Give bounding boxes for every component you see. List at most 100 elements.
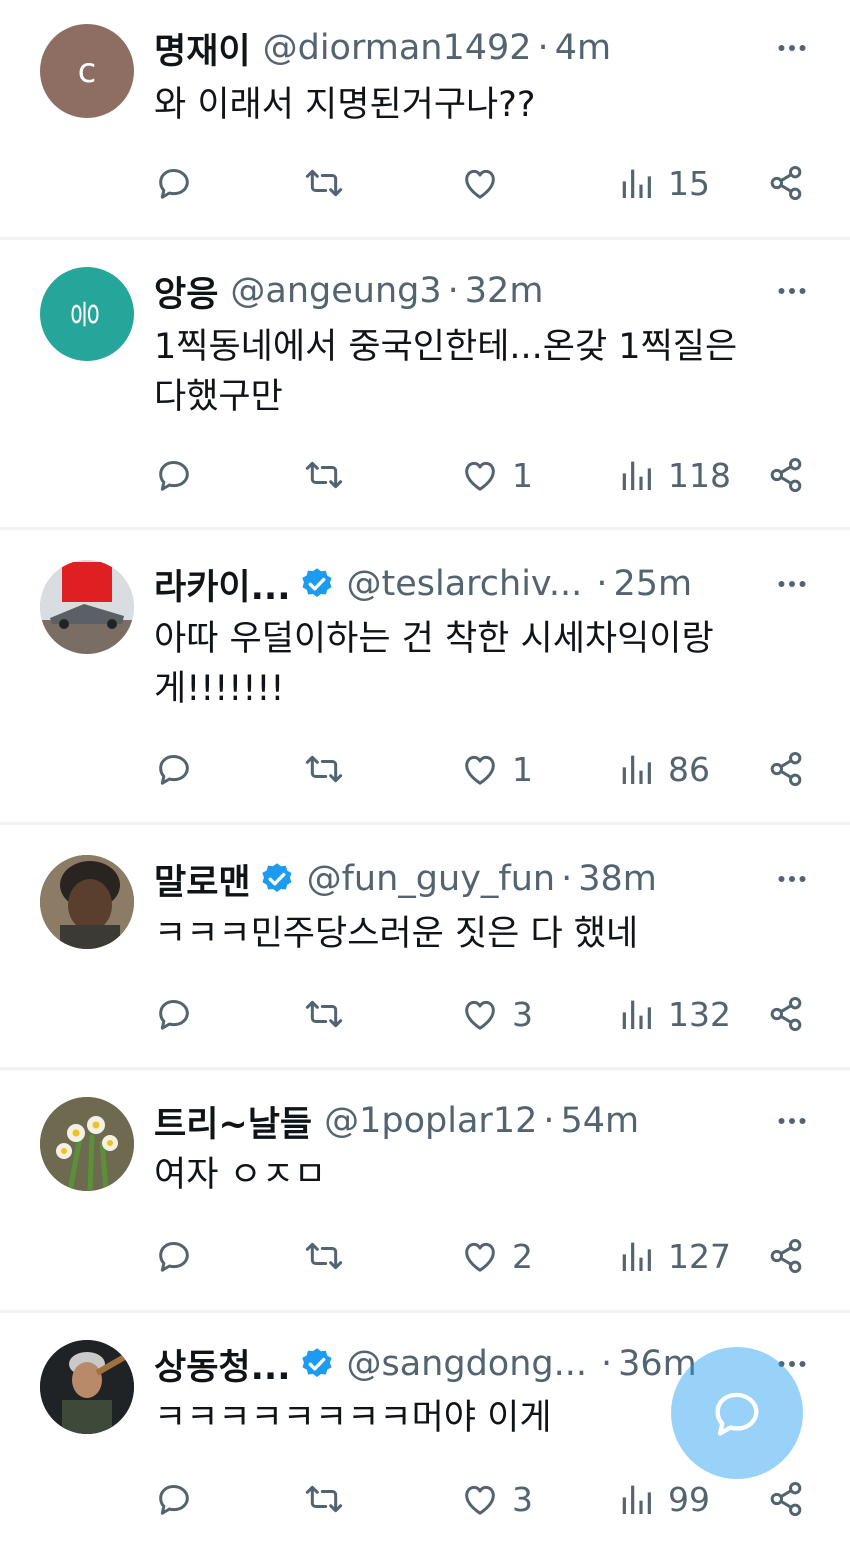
like-button[interactable]: 1 bbox=[460, 450, 533, 500]
like-button[interactable]: 2 bbox=[460, 1231, 533, 1281]
retweet-button[interactable] bbox=[304, 1231, 356, 1281]
retweet-button[interactable] bbox=[304, 450, 356, 500]
reply-button[interactable] bbox=[154, 1474, 206, 1524]
more-icon[interactable] bbox=[772, 28, 812, 68]
timestamp[interactable]: 4m bbox=[555, 28, 611, 68]
like-button[interactable]: 3 bbox=[460, 1474, 533, 1524]
reply-button[interactable] bbox=[154, 989, 206, 1039]
separator-dot: · bbox=[543, 1101, 555, 1141]
handle[interactable]: @sangdong... bbox=[347, 1344, 588, 1384]
like-button[interactable]: 1 bbox=[460, 744, 533, 794]
tweet-text: 아따 우덜이하는 건 착한 시세차익이랑 게!!!!!!! bbox=[154, 614, 810, 714]
avatar[interactable] bbox=[40, 1097, 134, 1191]
like-button[interactable] bbox=[460, 158, 512, 208]
display-name[interactable]: 트리~날들 bbox=[154, 1096, 312, 1147]
more-icon[interactable] bbox=[772, 1101, 812, 1141]
action-bar: 1 86 bbox=[154, 744, 814, 794]
separator-dot: · bbox=[537, 28, 549, 68]
display-name[interactable]: 앙응 bbox=[154, 266, 218, 317]
share-button[interactable] bbox=[766, 450, 806, 500]
tweet-1[interactable]: c 명재이 @diorman1492 · 4m 와 이래서 지명된거구나?? 1… bbox=[0, 0, 850, 240]
tweet-text-line: 다했구만 bbox=[154, 377, 283, 417]
retweet-icon bbox=[305, 461, 343, 489]
avatar[interactable] bbox=[40, 855, 134, 949]
tweet-text: 와 이래서 지명된거구나?? bbox=[154, 80, 810, 130]
timestamp[interactable]: 32m bbox=[465, 271, 544, 311]
views-icon bbox=[622, 1485, 651, 1514]
tweet-4[interactable]: 말로맨 @fun_guy_fun · 38m ㅋㅋㅋ민주당스러운 짓은 다 했네… bbox=[0, 825, 850, 1070]
more-icon[interactable] bbox=[772, 271, 812, 311]
views-icon bbox=[622, 1242, 651, 1271]
more-icon[interactable] bbox=[772, 564, 812, 604]
handle[interactable]: @diorman1492 bbox=[263, 28, 532, 68]
views-icon bbox=[622, 755, 651, 784]
views-button[interactable]: 127 bbox=[616, 1231, 731, 1281]
action-bar: 3 99 bbox=[154, 1474, 814, 1524]
avatar[interactable]: c bbox=[40, 24, 134, 118]
share-icon bbox=[770, 458, 802, 492]
tweet-2[interactable]: 응 앙응 @angeung3 · 32m 1찍동네에서 중국인한테...온갖 1… bbox=[0, 240, 850, 530]
views-icon bbox=[622, 1000, 651, 1029]
views-button[interactable]: 118 bbox=[616, 450, 731, 500]
tweet-text: ㅋㅋㅋ민주당스러운 짓은 다 했네 bbox=[154, 909, 810, 959]
views-button[interactable]: 132 bbox=[616, 989, 731, 1039]
heart-icon bbox=[465, 1000, 495, 1030]
views-button[interactable]: 99 bbox=[616, 1474, 710, 1524]
timestamp[interactable]: 25m bbox=[613, 564, 692, 604]
handle[interactable]: @angeung3 bbox=[230, 271, 441, 311]
share-button[interactable] bbox=[766, 1231, 806, 1281]
reply-button[interactable] bbox=[154, 158, 206, 208]
reply-icon bbox=[159, 755, 189, 785]
reply-icon bbox=[159, 461, 189, 491]
reply-button[interactable] bbox=[154, 450, 206, 500]
display-name[interactable]: 라카이... bbox=[154, 559, 291, 610]
reply-icon bbox=[159, 1485, 189, 1515]
tweet-text: 여자 ㅇㅈㅁ bbox=[154, 1150, 810, 1200]
like-count: 1 bbox=[512, 455, 533, 495]
tweet-3[interactable]: 라카이... @teslarchiv... · 25m 아따 우덜이하는 건 착… bbox=[0, 530, 850, 825]
avatar[interactable] bbox=[40, 1340, 134, 1434]
reply-button[interactable] bbox=[154, 1231, 206, 1281]
retweet-button[interactable] bbox=[304, 1474, 356, 1524]
timestamp[interactable]: 38m bbox=[578, 859, 657, 899]
like-count: 2 bbox=[512, 1236, 533, 1276]
retweet-button[interactable] bbox=[304, 158, 356, 208]
like-count: 1 bbox=[512, 749, 533, 789]
timestamp[interactable]: 54m bbox=[561, 1101, 640, 1141]
display-name[interactable]: 명재이 bbox=[154, 23, 251, 74]
reply-button[interactable] bbox=[154, 744, 206, 794]
avatar[interactable]: 응 bbox=[40, 267, 134, 361]
man-avatar-image bbox=[40, 1340, 134, 1434]
share-button[interactable] bbox=[766, 989, 806, 1039]
share-button[interactable] bbox=[766, 744, 806, 794]
share-icon bbox=[770, 997, 802, 1031]
tweet-text-line: 1찍동네에서 중국인한테...온갖 1찍질은 bbox=[154, 327, 738, 367]
avatar[interactable] bbox=[40, 560, 134, 654]
handle[interactable]: @teslarchiv... bbox=[347, 564, 583, 604]
views-button[interactable]: 15 bbox=[616, 158, 710, 208]
handle[interactable]: @fun_guy_fun bbox=[307, 859, 556, 899]
display-name[interactable]: 말로맨 bbox=[154, 854, 251, 905]
like-button[interactable]: 3 bbox=[460, 989, 533, 1039]
compose-reply-button[interactable] bbox=[671, 1347, 803, 1479]
more-icon[interactable] bbox=[772, 859, 812, 899]
handle[interactable]: @1poplar12 bbox=[324, 1101, 537, 1141]
reply-icon bbox=[159, 1000, 189, 1030]
views-icon bbox=[622, 461, 651, 490]
reply-icon bbox=[159, 169, 189, 199]
cybertruck-avatar-image bbox=[40, 560, 134, 654]
views-button[interactable]: 86 bbox=[616, 744, 710, 794]
retweet-button[interactable] bbox=[304, 989, 356, 1039]
share-icon bbox=[770, 166, 802, 200]
share-icon bbox=[770, 752, 802, 786]
verified-badge-icon bbox=[301, 568, 332, 598]
tweet-5[interactable]: 트리~날들 @1poplar12 · 54m 여자 ㅇㅈㅁ 2 127 bbox=[0, 1070, 850, 1313]
share-button[interactable] bbox=[766, 1474, 806, 1524]
heart-icon bbox=[465, 169, 495, 199]
avatar-letter: 응 bbox=[65, 300, 101, 328]
tweet-text-line: 게!!!!!!! bbox=[154, 669, 285, 709]
retweet-button[interactable] bbox=[304, 744, 356, 794]
separator-dot: · bbox=[601, 1344, 613, 1384]
display-name[interactable]: 상동청... bbox=[154, 1339, 291, 1390]
share-button[interactable] bbox=[766, 158, 806, 208]
